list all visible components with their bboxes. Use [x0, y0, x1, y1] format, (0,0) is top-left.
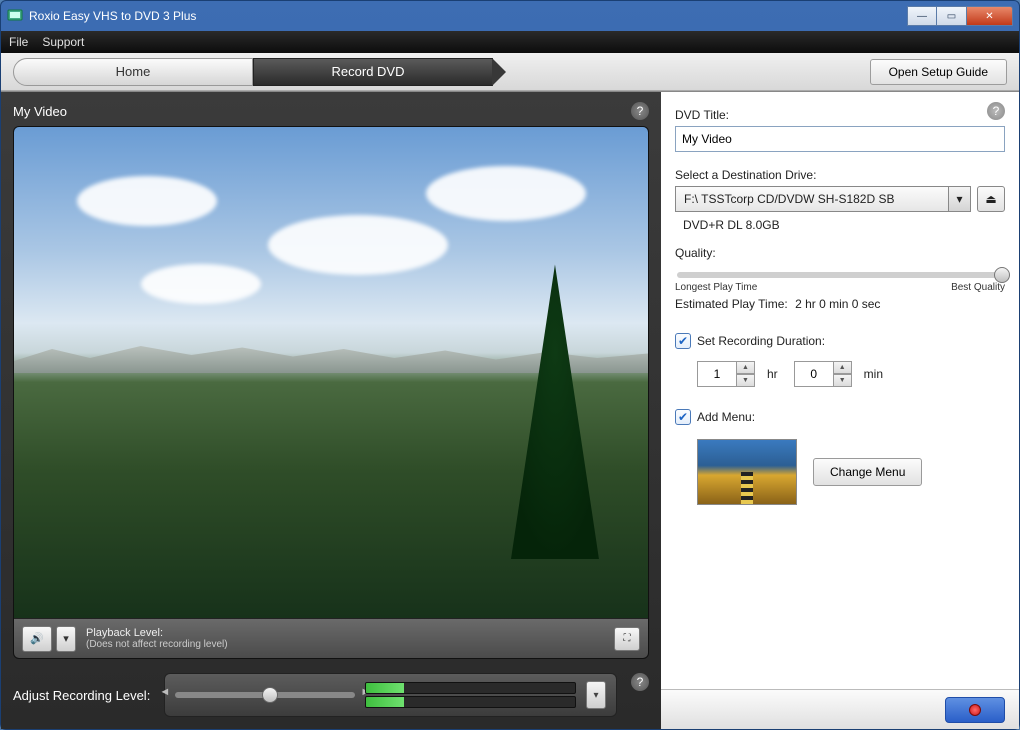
menu-support[interactable]: Support [42, 35, 84, 49]
window-title: Roxio Easy VHS to DVD 3 Plus [29, 9, 196, 23]
change-menu-button[interactable]: Change Menu [813, 458, 922, 486]
record-icon [969, 704, 981, 716]
tab-record-dvd[interactable]: Record DVD [253, 58, 493, 86]
dvd-title-input[interactable] [675, 126, 1005, 152]
adjust-recording-level-label: Adjust Recording Level: [13, 688, 150, 703]
quality-slider[interactable] [677, 272, 1003, 278]
hours-spin-up[interactable]: ▲ [737, 361, 755, 374]
set-recording-duration-label: Set Recording Duration: [697, 334, 825, 348]
estimated-play-time-label: Estimated Play Time: [675, 297, 788, 311]
minimize-button[interactable]: — [907, 6, 937, 26]
quality-min-label: Longest Play Time [675, 282, 757, 293]
slider-thumb[interactable] [262, 687, 278, 703]
video-preview[interactable] [14, 127, 648, 618]
destination-drive-value: F:\ TSSTcorp CD/DVDW SH-S182D SB [684, 192, 895, 206]
maximize-button[interactable]: ▭ [937, 6, 967, 26]
chevron-down-icon: ▾ [948, 187, 970, 211]
window-controls: — ▭ ✕ [907, 6, 1013, 26]
quality-label: Quality: [675, 246, 1005, 260]
right-panel: ? DVD Title: Select a Destination Drive:… [661, 92, 1019, 729]
help-icon[interactable]: ? [631, 673, 649, 691]
speaker-icon: 🔊 [30, 632, 44, 645]
playback-level-label: Playback Level: [86, 627, 228, 639]
recording-level-controls: ▾ [164, 673, 617, 717]
left-panel: My Video ? 🔊 ▾ [1, 92, 661, 729]
eject-icon: ⏏ [985, 192, 996, 206]
help-icon[interactable]: ? [987, 102, 1005, 120]
mode-breadcrumb: Home Record DVD [13, 58, 493, 86]
duration-minutes-input[interactable] [794, 361, 834, 387]
quality-max-label: Best Quality [951, 282, 1005, 293]
hours-unit: hr [767, 367, 778, 381]
record-footer [661, 689, 1019, 729]
close-button[interactable]: ✕ [967, 6, 1013, 26]
open-setup-guide-button[interactable]: Open Setup Guide [870, 59, 1007, 85]
add-menu-checkbox[interactable]: ✔ [675, 409, 691, 425]
estimated-play-time-value: 2 hr 0 min 0 sec [795, 297, 880, 311]
video-preview-frame: 🔊 ▾ Playback Level: (Does not affect rec… [13, 126, 649, 659]
record-button[interactable] [945, 697, 1005, 723]
menu-file[interactable]: File [9, 35, 28, 49]
app-window: Roxio Easy VHS to DVD 3 Plus — ▭ ✕ File … [0, 0, 1020, 730]
fullscreen-button[interactable]: ⛶ [614, 627, 640, 651]
volume-button[interactable]: 🔊 [22, 626, 52, 652]
eject-button[interactable]: ⏏ [977, 186, 1005, 212]
dvd-title-label: DVD Title: [675, 108, 1005, 122]
help-icon[interactable]: ? [631, 102, 649, 120]
tab-home[interactable]: Home [13, 58, 253, 86]
main-content: My Video ? 🔊 ▾ [1, 91, 1019, 729]
destination-drive-select[interactable]: F:\ TSSTcorp CD/DVDW SH-S182D SB ▾ [675, 186, 971, 212]
fullscreen-icon: ⛶ [624, 633, 631, 644]
playback-bar: 🔊 ▾ Playback Level: (Does not affect rec… [14, 618, 648, 658]
toolbar: Home Record DVD Open Setup Guide [1, 53, 1019, 91]
recording-level-options-button[interactable]: ▾ [586, 681, 606, 709]
minutes-spin-up[interactable]: ▲ [834, 361, 852, 374]
menubar: File Support [1, 31, 1019, 53]
media-info: DVD+R DL 8.0GB [683, 218, 1005, 232]
recording-level-slider[interactable] [175, 692, 355, 698]
video-title: My Video [13, 104, 67, 119]
add-menu-label: Add Menu: [697, 410, 755, 424]
level-meters [365, 680, 576, 710]
destination-drive-label: Select a Destination Drive: [675, 168, 1005, 182]
chevron-down-icon: ▾ [63, 632, 69, 645]
minutes-spin-down[interactable]: ▼ [834, 374, 852, 387]
menu-preview-thumbnail[interactable] [697, 439, 797, 505]
minutes-unit: min [864, 367, 883, 381]
titlebar[interactable]: Roxio Easy VHS to DVD 3 Plus — ▭ ✕ [1, 1, 1019, 31]
volume-dropdown-button[interactable]: ▾ [56, 626, 76, 652]
set-recording-duration-checkbox[interactable]: ✔ [675, 333, 691, 349]
playback-level-note: (Does not affect recording level) [86, 639, 228, 650]
slider-thumb[interactable] [994, 267, 1010, 283]
app-icon [7, 8, 23, 24]
duration-hours-input[interactable] [697, 361, 737, 387]
hours-spin-down[interactable]: ▼ [737, 374, 755, 387]
